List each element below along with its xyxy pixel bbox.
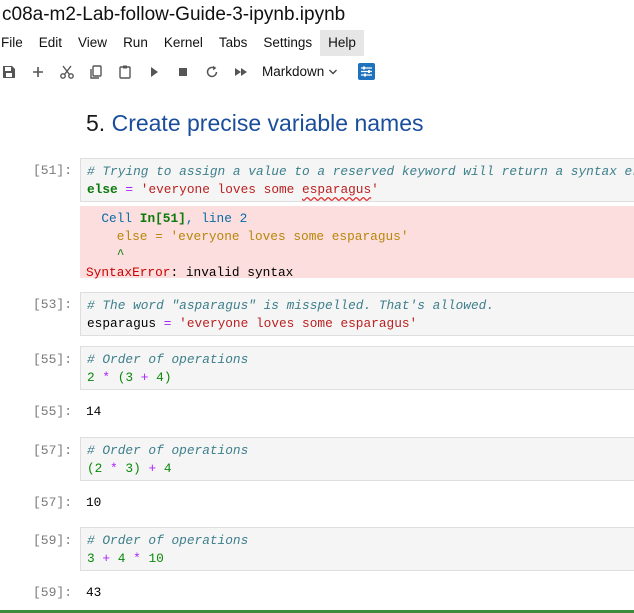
cell-type-value: Markdown [262,64,325,79]
markdown-heading: 5. Create precise variable names [86,110,424,137]
error-indent [86,211,101,226]
misspelled-word: esparagus [302,182,372,197]
code-token: 4 [163,461,172,476]
input-prompt: [59]: [32,533,72,548]
menu-view[interactable]: View [70,30,115,56]
code-string: 'everyone loves some esparagus' [179,316,418,331]
code-token: + [133,370,157,385]
error-message: : invalid syntax [170,265,294,280]
chevron-down-icon [329,69,338,75]
menu-file[interactable]: File [0,30,31,56]
input-prompt: [53]: [32,297,72,312]
code-variable: esparagus [87,316,157,331]
menu-help[interactable]: Help [320,30,364,56]
output-prompt: [57]: [32,495,72,510]
code-token: * [102,461,126,476]
menu-kernel[interactable]: Kernel [156,30,211,56]
paste-icon[interactable] [116,63,134,81]
code-token: * [125,551,149,566]
error-line: , line 2 [185,211,248,226]
add-icon[interactable] [29,63,47,81]
cell-output: 43 [86,585,102,600]
code-cell-input[interactable]: # The word "asparagus" is misspelled. Th… [80,292,634,336]
code-comment: # Order of operations [87,443,249,458]
code-cell-input[interactable]: # Trying to assign a value to a reserved… [80,158,634,202]
input-prompt: [57]: [32,443,72,458]
code-token: (2 [87,461,103,476]
code-comment: # Trying to assign a value to a reserved… [87,164,634,179]
code-token: (3 [117,370,134,385]
error-cell-in: In[51] [139,211,186,226]
code-token: 4) [156,370,172,385]
cut-icon[interactable] [58,63,76,81]
menu-settings[interactable]: Settings [255,30,320,56]
heading-text: Create precise variable names [111,110,424,136]
code-token: * [94,370,118,385]
notebook-toolbar: Markdown [0,58,634,86]
string-part: ' [371,182,379,197]
run-all-icon[interactable] [232,63,250,81]
code-cell-input[interactable]: # Order of operations (2 * 3) + 4 [80,437,634,481]
window-title: c08a-m2-Lab-follow-Guide-3-ipynb.ipynb [2,4,346,25]
error-cell-label: Cell [101,211,140,226]
string-part: 'everyone loves some [140,182,303,197]
cell-output: 14 [86,404,102,419]
code-token: 10 [148,551,164,566]
code-token: 2 [87,370,95,385]
code-string: 'everyone loves some esparagus' [141,182,379,197]
error-code-line: else = 'everyone loves some esparagus' [86,229,409,244]
error-name: SyntaxError [86,265,171,280]
copy-icon[interactable] [87,63,105,81]
code-keyword: else [87,182,118,197]
cell-output: 10 [86,495,102,510]
settings-icon[interactable] [358,63,375,80]
code-token: + [140,461,164,476]
cell-type-select[interactable]: Markdown [262,63,338,81]
error-output: Cell In[51], line 2 else = 'everyone lov… [80,206,634,280]
run-icon[interactable] [145,63,163,81]
error-caret: ^ [86,247,125,262]
restart-icon[interactable] [203,63,221,81]
code-operator: = [117,182,141,197]
menu-run[interactable]: Run [115,30,156,56]
code-token: + [94,551,118,566]
code-cell-input[interactable]: # Order of operations 3 + 4 * 10 [80,527,634,571]
code-token: 3) [125,461,141,476]
input-prompt: [51]: [32,163,72,178]
menu-edit[interactable]: Edit [31,30,70,56]
heading-number: 5. [86,110,106,136]
code-comment: # Order of operations [87,533,249,548]
code-comment: # Order of operations [87,352,249,367]
notebook-area: 5. Create precise variable names [51]: #… [0,88,634,613]
output-prompt: [55]: [32,404,72,419]
code-cell-input[interactable]: # Order of operations 2 * (3 + 4) [80,346,634,390]
code-comment: # The word "asparagus" is misspelled. Th… [87,298,495,313]
menu-tabs[interactable]: Tabs [211,30,256,56]
code-token: 3 [87,551,95,566]
input-prompt: [55]: [32,352,72,367]
save-icon[interactable] [0,63,18,81]
stop-icon[interactable] [174,63,192,81]
menu-bar: File Edit View Run Kernel Tabs Settings … [0,30,634,56]
output-prompt: [59]: [32,585,72,600]
code-operator: = [156,316,180,331]
